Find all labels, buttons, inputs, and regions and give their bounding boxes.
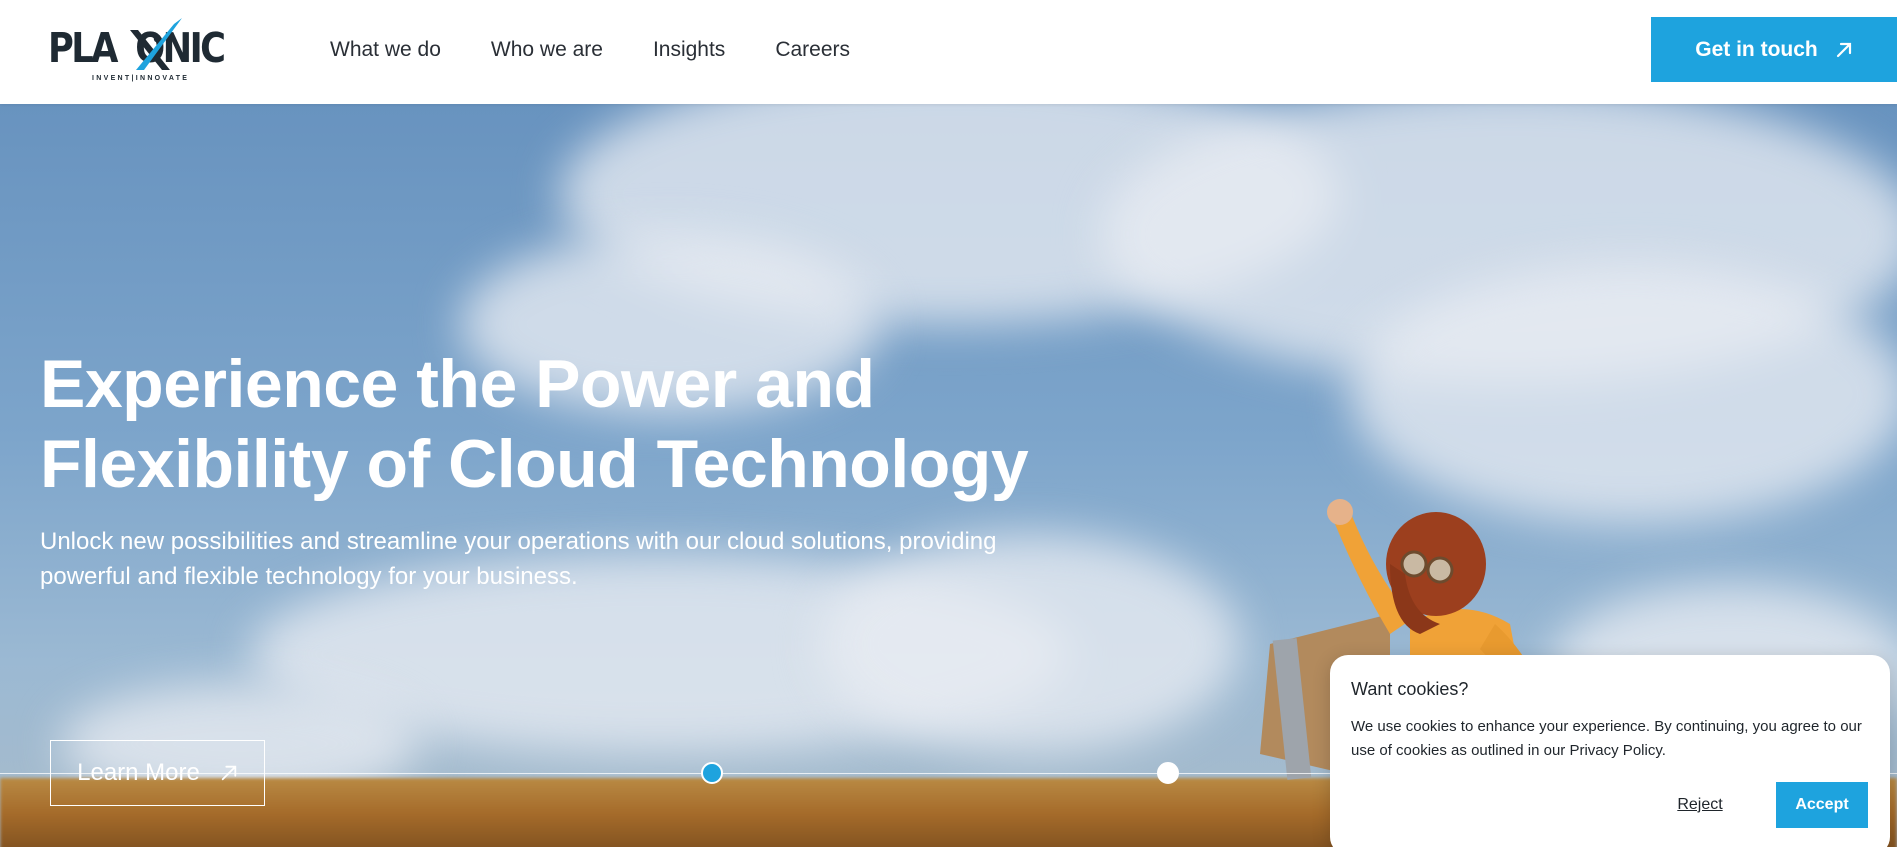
learn-more-button[interactable]: Learn More xyxy=(50,740,265,806)
slider-dot-2[interactable] xyxy=(1157,762,1179,784)
hero-title-line: Experience the Power and xyxy=(40,346,875,422)
plaxonic-logo[interactable]: PLA ONIC INVENT|INNOVATE xyxy=(48,16,233,86)
get-in-touch-button[interactable]: Get in touch xyxy=(1651,17,1897,82)
cookie-banner: Want cookies? We use cookies to enhance … xyxy=(1330,655,1890,847)
hero-subtitle: Unlock new possibilities and streamline … xyxy=(40,524,1040,594)
cookie-text: We use cookies to enhance your experienc… xyxy=(1351,718,1862,759)
cookie-title: Want cookies? xyxy=(1351,679,1469,699)
learn-more-label: Learn More xyxy=(77,759,200,786)
cookie-accept-button[interactable]: Accept xyxy=(1776,782,1868,828)
cookie-reject-button[interactable]: Reject xyxy=(1660,782,1740,828)
hero-title-line: Flexibility of Cloud Technology xyxy=(40,426,1029,502)
nav-item-insights[interactable]: Insights xyxy=(653,38,725,62)
slider-dot-1[interactable] xyxy=(701,762,723,784)
arrow-up-right-icon xyxy=(221,765,237,781)
nav-item-careers[interactable]: Careers xyxy=(775,38,850,62)
logo-x-mark-icon xyxy=(130,18,182,70)
logo-tagline: INVENT|INNOVATE xyxy=(92,75,190,82)
get-in-touch-label: Get in touch xyxy=(1695,37,1818,61)
hero-title: Experience the Power and Flexibility of … xyxy=(40,344,1040,504)
nav-item-who-we-are[interactable]: Who we are xyxy=(491,38,603,62)
hero-subtitle-line: Unlock new possibilities and streamline … xyxy=(40,528,997,555)
site-header: PLA ONIC INVENT|INNOVATE What we do Who … xyxy=(0,0,1897,104)
main-nav: What we do Who we are Insights Careers xyxy=(330,0,900,100)
nav-item-what-we-do[interactable]: What we do xyxy=(330,38,441,62)
hero-subtitle-line: powerful and flexible technology for you… xyxy=(40,563,578,590)
arrow-up-right-icon xyxy=(1836,42,1851,57)
